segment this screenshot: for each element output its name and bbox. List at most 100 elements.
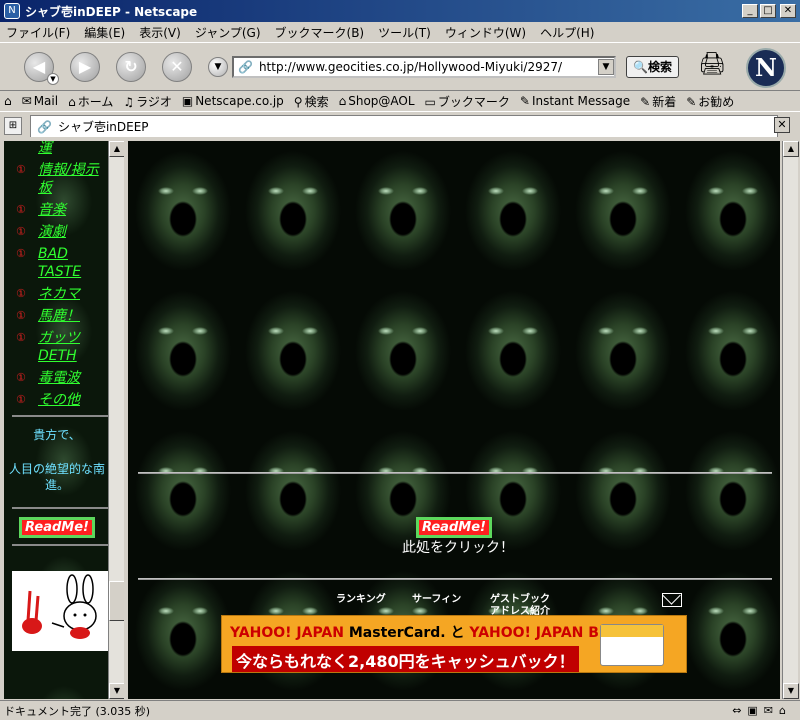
toolbar-search-link[interactable]: ⚲ 検索 (294, 93, 329, 110)
page-icon: 🔗 (37, 119, 52, 134)
recommended-link[interactable]: ✎ お勧め (686, 93, 734, 110)
maximize-button[interactable]: □ (760, 4, 776, 18)
search-icon: ⚲ (293, 94, 303, 109)
mail-button[interactable]: ✉ Mail (22, 94, 58, 108)
reload-icon: ↻ (124, 57, 138, 76)
menu-link[interactable]: その他 (38, 391, 80, 409)
list-item[interactable]: ① ネカマ (16, 285, 110, 303)
menu-help[interactable]: ヘルプ(H) (540, 24, 594, 41)
readme-button[interactable]: ReadMe! (416, 517, 492, 538)
close-button[interactable]: ✕ (780, 4, 796, 18)
list-item[interactable]: ① その他 (16, 391, 110, 409)
folder-icon: ▭ (424, 94, 436, 109)
scroll-up-button[interactable]: ▲ (109, 141, 124, 157)
left-navigation-frame: 運 ① 情報/掲示板 ① 音楽 ① 演劇 ① BAD TASTE ① ネカマ ① 馬鹿！ ①… (4, 141, 124, 699)
my-icon: ▣ (181, 94, 194, 108)
bullet-icon: ① (16, 331, 26, 344)
click-here-text[interactable]: 此処をクリック！ (368, 537, 548, 557)
footer-links: ランキング サーフィン ゲストブック アドレス紹介 (328, 590, 588, 617)
scroll-thumb[interactable] (109, 581, 124, 621)
title-bar: N シャブ壱inDEEP - Netscape _ □ ✕ (0, 0, 800, 22)
minimize-button[interactable]: _ (742, 4, 758, 18)
bullet-icon: ① (16, 393, 26, 406)
bullet-icon: ① (16, 225, 26, 238)
mail-icon: ✉ (21, 94, 32, 108)
status-bar: ドキュメント完了 (3.035 秒) ⇔▣✉⌂ (0, 700, 800, 720)
menu-link[interactable]: ネカマ (38, 285, 80, 303)
bookmark-icon: ✎ (640, 94, 651, 109)
status-text: ドキュメント完了 (3.035 秒) (4, 704, 151, 718)
netscape-icon: N (4, 3, 20, 19)
menu-go[interactable]: ジャンプ(G) (195, 24, 261, 41)
bookmarks-folder[interactable]: ▭ ブックマーク (425, 93, 510, 110)
close-tab-button[interactable]: ✕ (774, 117, 790, 133)
menu-bookmarks[interactable]: ブックマーク(B) (275, 24, 365, 41)
yahoo-banner-ad[interactable]: YAHOO! JAPAN MasterCard. と YAHOO! JAPAN … (221, 615, 687, 673)
menu-link[interactable]: ガッツ DETH (38, 329, 110, 365)
stop-button[interactable]: ✕ (162, 51, 192, 82)
bullet-icon: ① (16, 309, 26, 322)
tab-label: シャブ壱inDEEP (57, 120, 149, 134)
menu-tools[interactable]: ツール(T) (378, 24, 431, 41)
menu-link[interactable]: 運 (38, 141, 52, 157)
menu-link[interactable]: 演劇 (38, 223, 66, 241)
main-scrollbar[interactable]: ▲ ▼ (782, 141, 799, 699)
new-tab-icon[interactable]: ⊞ (4, 117, 22, 135)
list-item[interactable]: 運 (16, 141, 110, 157)
ranking-link[interactable]: ランキング (336, 590, 386, 605)
netscape-co-jp-link[interactable]: ▣ Netscape.co.jp (182, 94, 284, 108)
menu-link[interactable]: 音楽 (38, 201, 66, 219)
credit-card-icon (600, 624, 664, 666)
page-icon: 🔗 (238, 59, 253, 74)
list-item[interactable]: ① 毒電波 (16, 369, 110, 387)
divider (12, 507, 108, 509)
list-item[interactable]: ① BAD TASTE (16, 245, 110, 281)
list-item[interactable]: ① 音楽 (16, 201, 110, 219)
reload-button[interactable]: ↻ (116, 51, 146, 82)
bullet-icon: ① (16, 287, 26, 300)
scroll-down-button[interactable]: ▼ (783, 683, 799, 699)
back-arrow-icon: ◀ (32, 57, 46, 76)
visitor-text: 貴方で、 (33, 428, 81, 442)
readme-button[interactable]: ReadMe! (19, 517, 95, 538)
left-scrollbar[interactable]: ▲ ▼ (108, 141, 124, 699)
search-label: 検索 (647, 60, 672, 74)
scroll-down-button[interactable]: ▼ (109, 683, 124, 699)
menu-edit[interactable]: 編集(E) (84, 24, 125, 41)
url-dropdown-button[interactable]: ▼ (598, 58, 614, 75)
netscape-logo[interactable]: N (746, 48, 786, 88)
back-history-dropdown[interactable]: ▼ (47, 72, 59, 85)
list-item[interactable]: ① 情報/掲示板 (16, 161, 110, 197)
menu-link[interactable]: 毒電波 (38, 369, 80, 387)
forward-button[interactable]: ▶ (70, 51, 100, 82)
radio-button[interactable]: ♫ ラジオ (123, 93, 172, 110)
url-history-dropdown[interactable]: ▼ (208, 56, 228, 77)
mail-icon[interactable] (662, 593, 682, 607)
new-arrivals-link[interactable]: ✎ 新着 (640, 93, 676, 110)
tab-bar: ⊞ 🔗 シャブ壱inDEEP (0, 114, 800, 138)
search-button[interactable]: 🔍 検索 (626, 55, 679, 78)
print-icon[interactable]: 🖨 (698, 52, 728, 78)
list-item[interactable]: ① ガッツ DETH (16, 329, 110, 365)
navigation-toolbar: ◀ ▼ ▶ ↻ ✕ ▼ 🔗 http://www.geocities.co.jp… (0, 42, 800, 90)
shop-aol-link[interactable]: ⌂ Shop@AOL (339, 94, 415, 108)
status-icons: ⇔▣✉⌂ (732, 704, 792, 717)
surfing-link[interactable]: サーフィン (412, 590, 461, 605)
scroll-up-button[interactable]: ▲ (783, 141, 799, 157)
menu-link[interactable]: 情報/掲示板 (38, 161, 110, 197)
readme-link[interactable]: ReadMe! (416, 517, 492, 538)
url-input[interactable]: 🔗 http://www.geocities.co.jp/Hollywood-M… (232, 55, 616, 78)
menu-file[interactable]: ファイル(F) (6, 24, 70, 41)
bunny-image[interactable] (12, 571, 108, 651)
instant-message-link[interactable]: ✎ Instant Message (520, 94, 630, 108)
home-group-button[interactable]: ⌂ (4, 94, 12, 108)
list-item[interactable]: ① 馬鹿！ (16, 307, 110, 325)
menu-window[interactable]: ウィンドウ(W) (445, 24, 526, 41)
menu-link[interactable]: BAD TASTE (38, 245, 110, 281)
tab-current[interactable]: 🔗 シャブ壱inDEEP (30, 115, 778, 137)
menu-link[interactable]: 馬鹿！ (38, 307, 80, 325)
menu-view[interactable]: 表示(V) (139, 24, 181, 41)
list-item[interactable]: ① 演劇 (16, 223, 110, 241)
home-button[interactable]: ⌂ ホーム (68, 93, 113, 110)
back-button[interactable]: ◀ ▼ (24, 51, 59, 85)
